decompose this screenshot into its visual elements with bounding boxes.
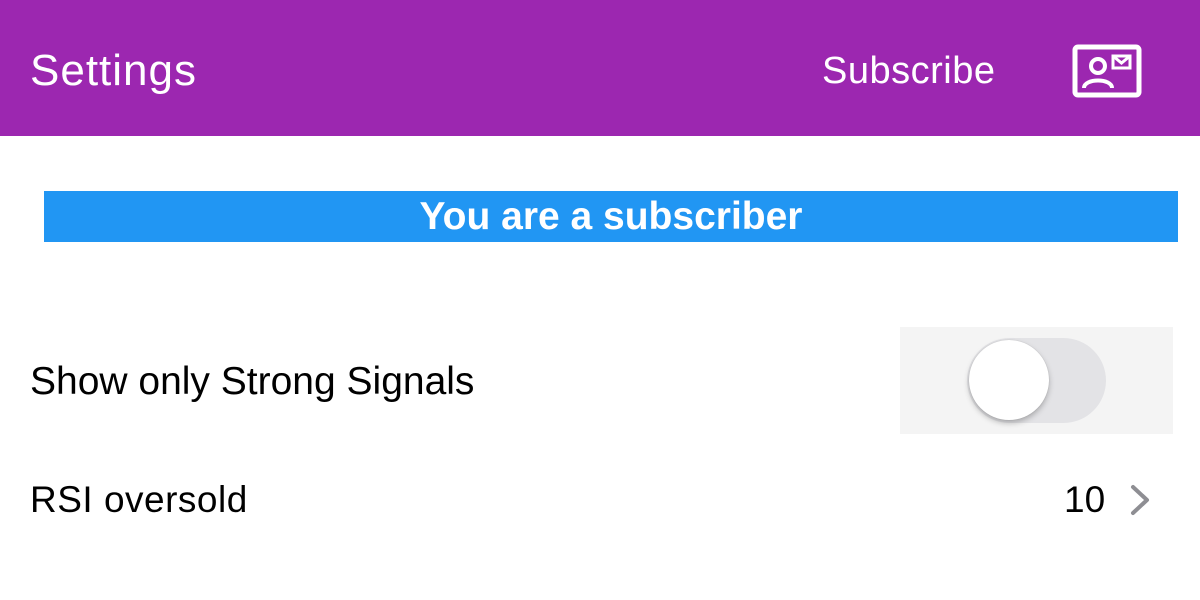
navigation-bar: Settings Subscribe (0, 0, 1200, 136)
rsi-oversold-value: 10 (1064, 479, 1106, 520)
subscriber-banner: You are a subscriber (44, 191, 1178, 242)
profile-card-button[interactable] (1072, 44, 1142, 98)
toggle-knob[interactable] (969, 340, 1049, 420)
subscriber-banner-text: You are a subscriber (419, 195, 803, 238)
chevron-right-icon (1131, 485, 1149, 515)
rsi-oversold-row[interactable]: RSI oversold 10 (0, 470, 1200, 530)
rsi-oversold-label: RSI oversold (30, 479, 248, 520)
subscribe-button[interactable]: Subscribe (822, 45, 995, 97)
settings-screen: Settings Subscribe You are a subscriber … (0, 0, 1200, 600)
profile-card-icon (1072, 44, 1142, 98)
strong-signals-label: Show only Strong Signals (30, 360, 475, 403)
page-title: Settings (30, 46, 197, 95)
